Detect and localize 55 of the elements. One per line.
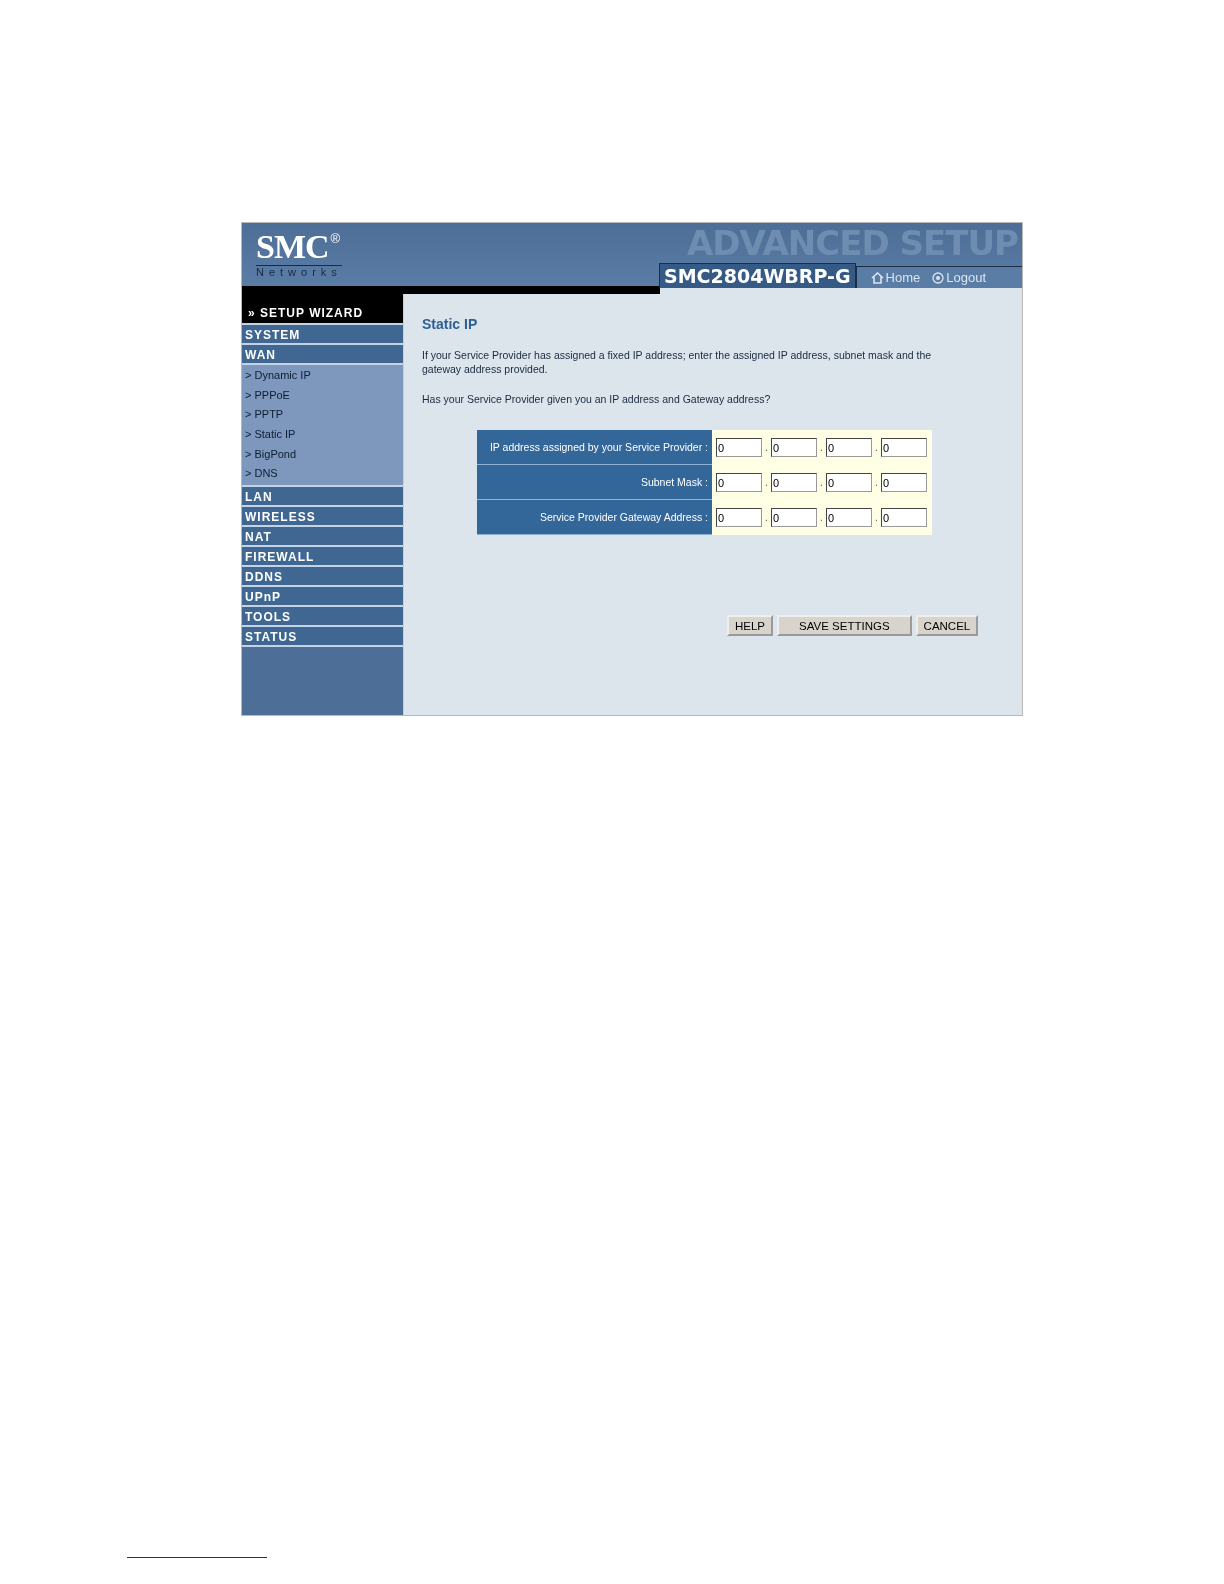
- intro-text: If your Service Provider has assigned a fixed IP address; enter the assigned IP address, subnet mask and the gateway address provided.: [422, 348, 933, 376]
- dot-separator: .: [764, 477, 769, 488]
- house-icon: [870, 271, 884, 284]
- menu-item[interactable]: LAN: [242, 485, 403, 506]
- dot-separator: .: [819, 442, 824, 453]
- model-name: SMC2804WBRP-G: [659, 263, 856, 288]
- dot-separator: .: [819, 512, 824, 523]
- field-label: Service Provider Gateway Address :: [477, 500, 712, 535]
- dot-separator: .: [764, 512, 769, 523]
- setup-wizard-link[interactable]: » SETUP WIZARD: [242, 294, 403, 323]
- submenu-item[interactable]: > PPTP: [242, 405, 403, 426]
- octet-field[interactable]: 0: [826, 473, 872, 492]
- octet-field[interactable]: 0: [826, 508, 872, 527]
- dot-separator: .: [874, 442, 879, 453]
- menu-item[interactable]: UPnP: [242, 585, 403, 606]
- octet-field[interactable]: 0: [826, 438, 872, 457]
- submenu-item[interactable]: > BigPond: [242, 444, 403, 465]
- dot-separator: .: [874, 512, 879, 523]
- octet-field[interactable]: 0: [771, 438, 817, 457]
- registered-mark: ®: [330, 231, 341, 246]
- octet-field[interactable]: 0: [771, 508, 817, 527]
- octet-field[interactable]: 0: [881, 438, 927, 457]
- menu-item[interactable]: NAT: [242, 525, 403, 546]
- dot-separator: .: [764, 442, 769, 453]
- action-button[interactable]: CANCEL: [915, 615, 979, 636]
- menu-item[interactable]: SYSTEM: [242, 323, 403, 343]
- octet-field[interactable]: 0: [716, 473, 762, 492]
- power-icon: [932, 271, 945, 284]
- action-button[interactable]: HELP: [727, 615, 774, 636]
- octet-field[interactable]: 0: [716, 508, 762, 527]
- dot-separator: .: [874, 477, 879, 488]
- menu-item[interactable]: STATUS: [242, 625, 403, 646]
- dot-separator: .: [819, 477, 824, 488]
- action-button[interactable]: SAVE SETTINGS: [777, 615, 912, 636]
- submenu-item[interactable]: > DNS: [242, 464, 403, 485]
- page-title: Static IP: [422, 316, 479, 332]
- question-text: Has your Service Provider given you an IP address and Gateway address?: [422, 392, 772, 406]
- menu-item[interactable]: WAN: [242, 343, 403, 363]
- field-label: Subnet Mask :: [477, 465, 712, 500]
- octet-field[interactable]: 0: [881, 473, 927, 492]
- logo-text: SMC: [256, 231, 329, 263]
- octet-field[interactable]: 0: [771, 473, 817, 492]
- menu-item[interactable]: FIREWALL: [242, 545, 403, 566]
- field-label: IP address assigned by your Service Provider :: [477, 430, 712, 465]
- submenu-item[interactable]: > Dynamic IP: [242, 366, 403, 386]
- nav-link[interactable]: Logout: [932, 270, 986, 285]
- logo-subtitle: Networks: [256, 265, 342, 278]
- octet-field[interactable]: 0: [716, 438, 762, 457]
- nav-link[interactable]: Home: [870, 270, 921, 285]
- menu-item[interactable]: WIRELESS: [242, 505, 403, 526]
- menu-item[interactable]: TOOLS: [242, 605, 403, 626]
- octet-field[interactable]: 0: [881, 508, 927, 527]
- submenu-item[interactable]: > Static IP: [242, 425, 403, 445]
- menu-item[interactable]: DDNS: [242, 565, 403, 586]
- submenu-item[interactable]: > PPPoE: [242, 385, 403, 406]
